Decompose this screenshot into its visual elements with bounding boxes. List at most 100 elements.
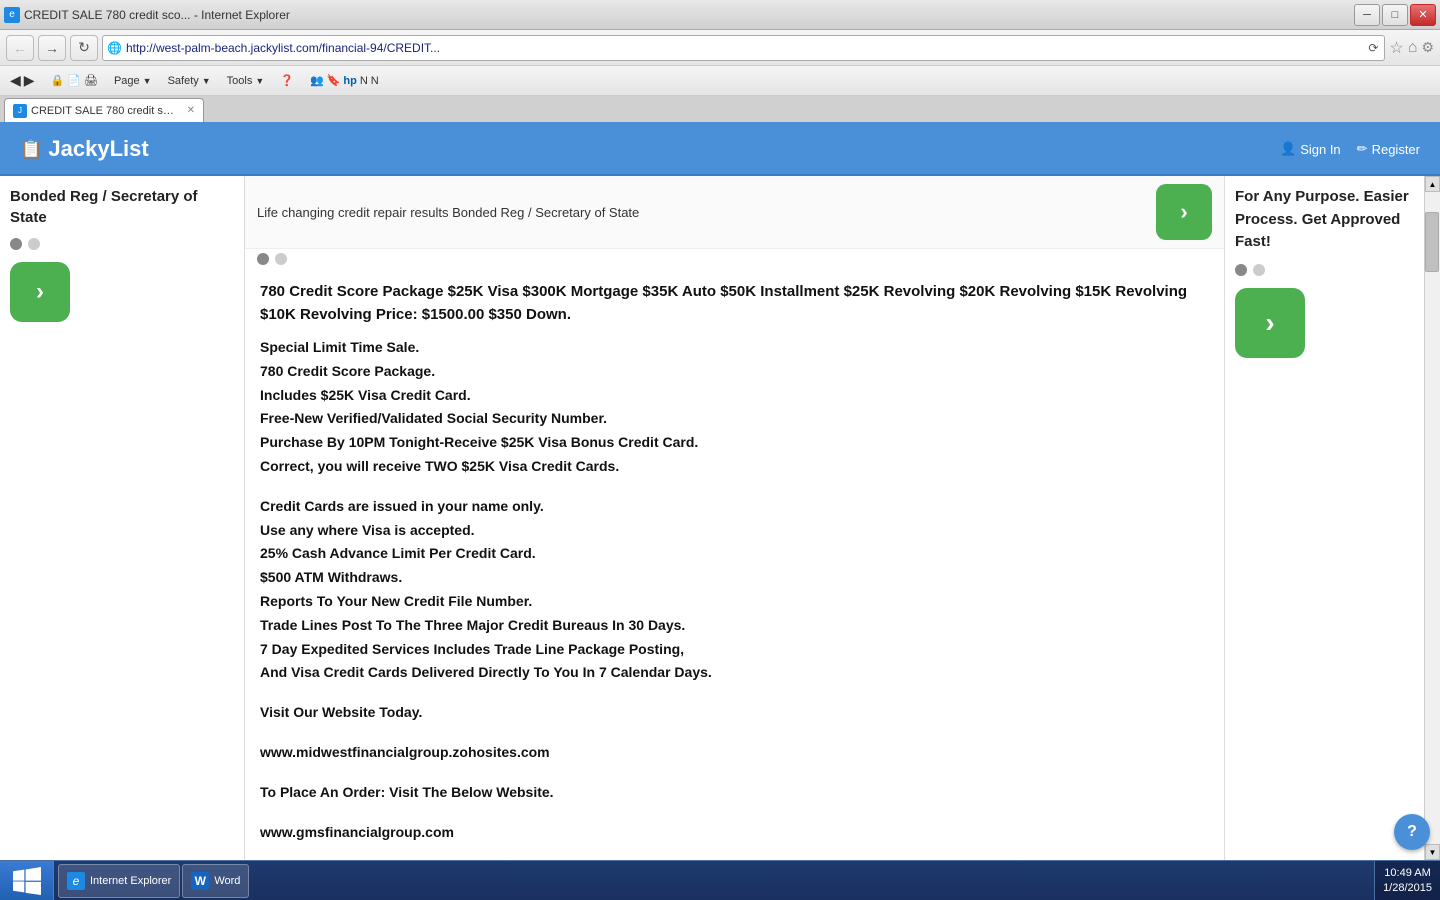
- slider-dot-2[interactable]: [28, 238, 40, 250]
- page-menu[interactable]: Page ▼: [110, 73, 156, 89]
- logo-icon: 📋: [20, 139, 42, 160]
- window-title: CREDIT SALE 780 credit sco... - Internet…: [24, 8, 290, 22]
- listing-section-4: www.midwestfinancialgroup.zohosites.com: [260, 741, 1209, 765]
- scroll-up-button[interactable]: ▲: [1425, 176, 1440, 192]
- back-button[interactable]: ←: [6, 35, 34, 61]
- system-tray: 10:49 AM 1/28/2015: [1374, 861, 1440, 900]
- forward-button[interactable]: →: [38, 35, 66, 61]
- address-input[interactable]: [126, 36, 1362, 60]
- toolbar-icons-group: 🔒 📄 🖨: [47, 72, 102, 89]
- tray-time: 10:49 AM 1/28/2015: [1383, 866, 1432, 895]
- maximize-button[interactable]: □: [1382, 4, 1408, 26]
- listing-line-2-3: 25% Cash Advance Limit Per Credit Card.: [260, 542, 1209, 566]
- listing-section-3: Visit Our Website Today.: [260, 701, 1209, 725]
- scroll-down-button[interactable]: ▼: [1425, 844, 1440, 860]
- minimize-button[interactable]: ─: [1354, 4, 1380, 26]
- page-label: Page: [114, 75, 140, 87]
- right-sidebar: For Any Purpose. Easier Process. Get App…: [1224, 176, 1424, 860]
- listing-line-1-1: Special Limit Time Sale.: [260, 336, 1209, 360]
- listing-website-2[interactable]: www.gmsfinancialgroup.com: [260, 821, 1209, 845]
- toolbar-icon1: 🔒: [51, 74, 65, 87]
- toolbar-nav-buttons: ◀ ▶: [6, 70, 39, 91]
- register-label: Register: [1372, 142, 1420, 157]
- browser-icon: e: [4, 7, 20, 23]
- help-icon: ❓: [280, 74, 294, 87]
- right-dot-2[interactable]: [1253, 264, 1265, 276]
- listing-line-2-5: Reports To Your New Credit File Number.: [260, 590, 1209, 614]
- toolbar-back-icon: ◀: [10, 72, 21, 89]
- main-content: Life changing credit repair results Bond…: [245, 176, 1224, 860]
- listing-dot-1[interactable]: [257, 253, 269, 265]
- ie-label: Internet Explorer: [90, 875, 171, 887]
- toolbar: ◀ ▶ 🔒 📄 🖨 Page ▼ Safety ▼ Tools ▼ ❓ 👥 🔖 …: [0, 66, 1440, 96]
- tools-button[interactable]: ⚙: [1421, 39, 1434, 56]
- toolbar-icon3: 🖨: [84, 74, 98, 87]
- close-button[interactable]: ✕: [1410, 4, 1436, 26]
- refresh-button[interactable]: ↻: [70, 35, 98, 61]
- window-controls: ─ □ ✕: [1354, 4, 1436, 26]
- user-icon: 👤: [1280, 141, 1296, 157]
- ie-icon: e: [67, 872, 85, 890]
- taskbar-ie-item[interactable]: e Internet Explorer: [58, 864, 180, 898]
- listing-section-2: Credit Cards are issued in your name onl…: [260, 495, 1209, 685]
- scroll-thumb[interactable]: [1425, 212, 1439, 272]
- sign-in-link[interactable]: 👤 Sign In: [1280, 141, 1341, 157]
- taskbar-word-item[interactable]: W Word: [182, 864, 249, 898]
- windows-logo-icon: [13, 867, 41, 895]
- listing-line-1-4: Free-New Verified/Validated Social Secur…: [260, 407, 1209, 431]
- safety-menu[interactable]: Safety ▼: [164, 73, 215, 89]
- right-dot-1[interactable]: [1235, 264, 1247, 276]
- sidebar-next-button[interactable]: ›: [10, 262, 70, 322]
- favorites-button[interactable]: ☆: [1389, 38, 1403, 58]
- home-button[interactable]: ⌂: [1408, 39, 1418, 57]
- sidebar-ad-text: Bonded Reg / Secretary of State: [10, 186, 234, 228]
- listing-slider-dots: [245, 249, 1224, 269]
- register-link[interactable]: ✏ Register: [1357, 141, 1420, 157]
- sidebar-ad: Bonded Reg / Secretary of State ›: [0, 176, 244, 332]
- listing-website-1[interactable]: www.midwestfinancialgroup.zohosites.com: [260, 741, 1209, 765]
- active-tab[interactable]: J CREDIT SALE 780 credit sco... ✕: [4, 98, 204, 122]
- icon-hp: hp: [343, 75, 356, 87]
- sidebar-slider-dots: [10, 238, 40, 250]
- listing-line-2-6: Trade Lines Post To The Three Major Cred…: [260, 614, 1209, 638]
- listing-line-2-7: 7 Day Expedited Services Includes Trade …: [260, 638, 1209, 662]
- right-ad-text: For Any Purpose. Easier Process. Get App…: [1235, 186, 1414, 254]
- site-logo[interactable]: 📋 JackyList: [20, 136, 149, 162]
- listing-line-1-6: Correct, you will receive TWO $25K Visa …: [260, 455, 1209, 479]
- listing-line-1-5: Purchase By 10PM Tonight-Receive $25K Vi…: [260, 431, 1209, 455]
- taskbar-items: e Internet Explorer W Word: [54, 864, 1374, 898]
- start-button[interactable]: [0, 861, 54, 900]
- listing-next-icon: ›: [1180, 199, 1187, 225]
- tools-arrow: ▼: [255, 76, 264, 86]
- help-menu[interactable]: ❓: [276, 72, 298, 89]
- title-bar-left: e CREDIT SALE 780 credit sco... - Intern…: [4, 7, 290, 23]
- listing-next-button[interactable]: ›: [1156, 184, 1212, 240]
- scroll-track: [1425, 192, 1440, 844]
- tab-close-button[interactable]: ✕: [187, 105, 195, 116]
- listing-line-3-1: Visit Our Website Today.: [260, 701, 1209, 725]
- help-button[interactable]: ?: [1394, 814, 1430, 850]
- right-slider-dots: [1235, 264, 1414, 276]
- site-navigation: 👤 Sign In ✏ Register: [1280, 141, 1420, 157]
- right-next-button[interactable]: ›: [1235, 288, 1305, 358]
- tab-label: CREDIT SALE 780 credit sco...: [31, 105, 179, 117]
- sidebar-next-icon: ›: [36, 278, 44, 306]
- word-icon: W: [191, 872, 209, 890]
- toolbar-icon2: 📄: [67, 74, 81, 87]
- browser-window: e CREDIT SALE 780 credit sco... - Intern…: [0, 0, 1440, 860]
- listing-dot-2[interactable]: [275, 253, 287, 265]
- listing-section-6: www.gmsfinancialgroup.com: [260, 821, 1209, 845]
- left-sidebar: Bonded Reg / Secretary of State ›: [0, 176, 245, 860]
- address-icon: 🌐: [103, 41, 126, 55]
- clock-date: 1/28/2015: [1383, 881, 1432, 895]
- listing-line-2-1: Credit Cards are issued in your name onl…: [260, 495, 1209, 519]
- tools-menu[interactable]: Tools ▼: [223, 73, 269, 89]
- logo-text: JackyList: [48, 136, 148, 162]
- sign-in-label: Sign In: [1300, 142, 1340, 157]
- listing-section-1: Special Limit Time Sale. 780 Credit Scor…: [260, 336, 1209, 479]
- slider-dot-1[interactable]: [10, 238, 22, 250]
- safety-label: Safety: [168, 75, 199, 87]
- title-bar: e CREDIT SALE 780 credit sco... - Intern…: [0, 0, 1440, 30]
- scrollbar: ▲ ▼: [1424, 176, 1440, 860]
- address-go-button[interactable]: ⟳: [1362, 41, 1384, 55]
